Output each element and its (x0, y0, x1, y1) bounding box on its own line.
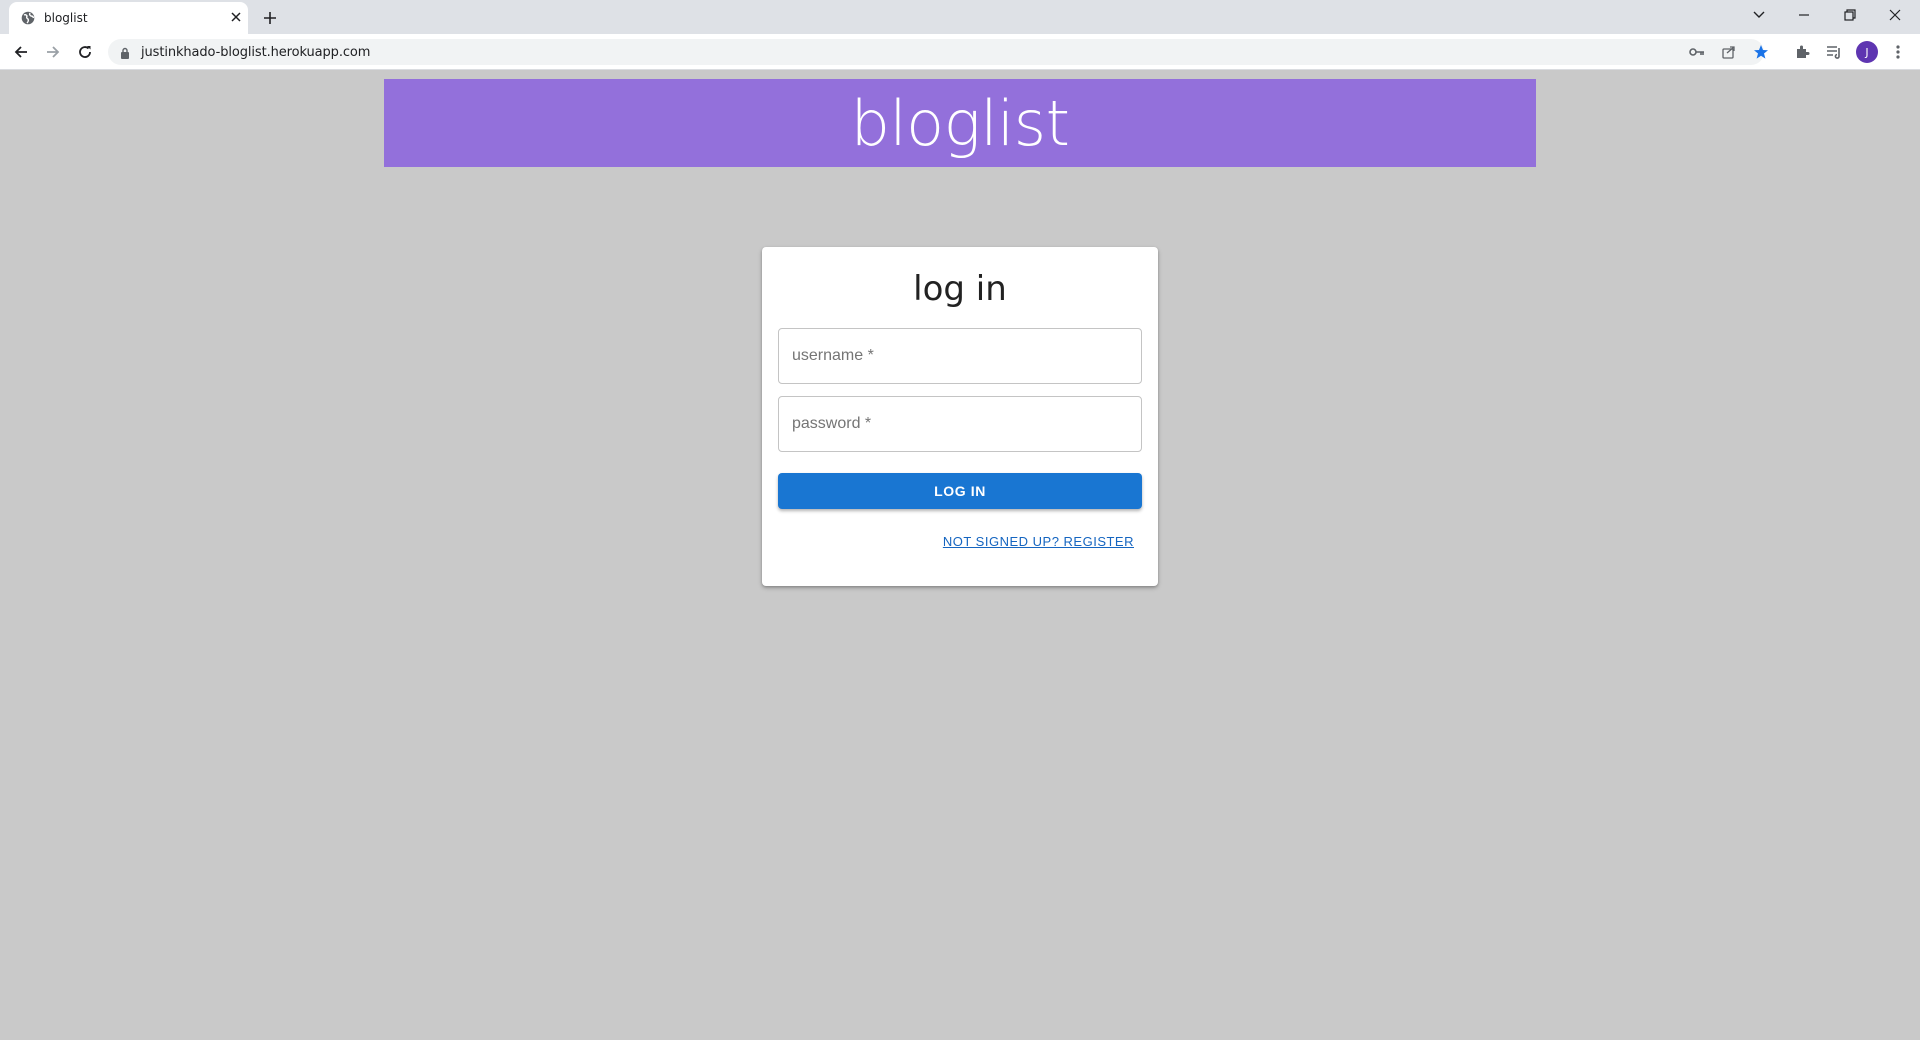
site-header: bloglist (384, 79, 1536, 167)
puzzle-icon[interactable] (1792, 42, 1812, 62)
register-link[interactable]: NOT SIGNED UP? REGISTER (943, 534, 1134, 549)
browser-toolbar: justinkhado-bloglist.herokuapp.com J (0, 34, 1920, 70)
password-input[interactable] (779, 397, 1141, 451)
username-input[interactable] (779, 329, 1141, 383)
reading-list-icon[interactable] (1824, 42, 1844, 62)
login-title: log in (913, 269, 1007, 309)
share-icon[interactable] (1720, 43, 1738, 61)
minimize-icon[interactable] (1791, 4, 1817, 26)
username-field[interactable] (778, 328, 1142, 384)
restore-icon[interactable] (1837, 4, 1863, 26)
tab-title: bloglist (44, 11, 88, 25)
url-text: justinkhado-bloglist.herokuapp.com (141, 45, 371, 60)
globe-icon (21, 11, 35, 25)
plus-icon[interactable] (259, 7, 281, 29)
login-button[interactable]: LOG IN (778, 473, 1142, 509)
star-icon[interactable] (1752, 43, 1770, 61)
key-icon[interactable] (1688, 43, 1706, 61)
tab-search-icon[interactable] (1746, 4, 1772, 26)
avatar[interactable]: J (1856, 41, 1878, 63)
kebab-menu-icon[interactable] (1888, 42, 1908, 62)
arrow-right-icon[interactable] (41, 41, 65, 63)
site-title: bloglist (850, 86, 1070, 160)
login-card: log in LOG IN NOT SIGNED UP? REGISTER (762, 247, 1158, 586)
browser-tab[interactable]: bloglist (9, 2, 248, 34)
address-bar[interactable]: justinkhado-bloglist.herokuapp.com (108, 39, 1768, 65)
reload-icon[interactable] (73, 41, 97, 63)
arrow-left-icon[interactable] (9, 41, 33, 63)
lock-icon[interactable] (120, 46, 130, 59)
tab-strip: bloglist (0, 0, 1920, 34)
password-field[interactable] (778, 396, 1142, 452)
close-icon[interactable] (227, 8, 245, 26)
close-window-icon[interactable] (1882, 4, 1908, 26)
